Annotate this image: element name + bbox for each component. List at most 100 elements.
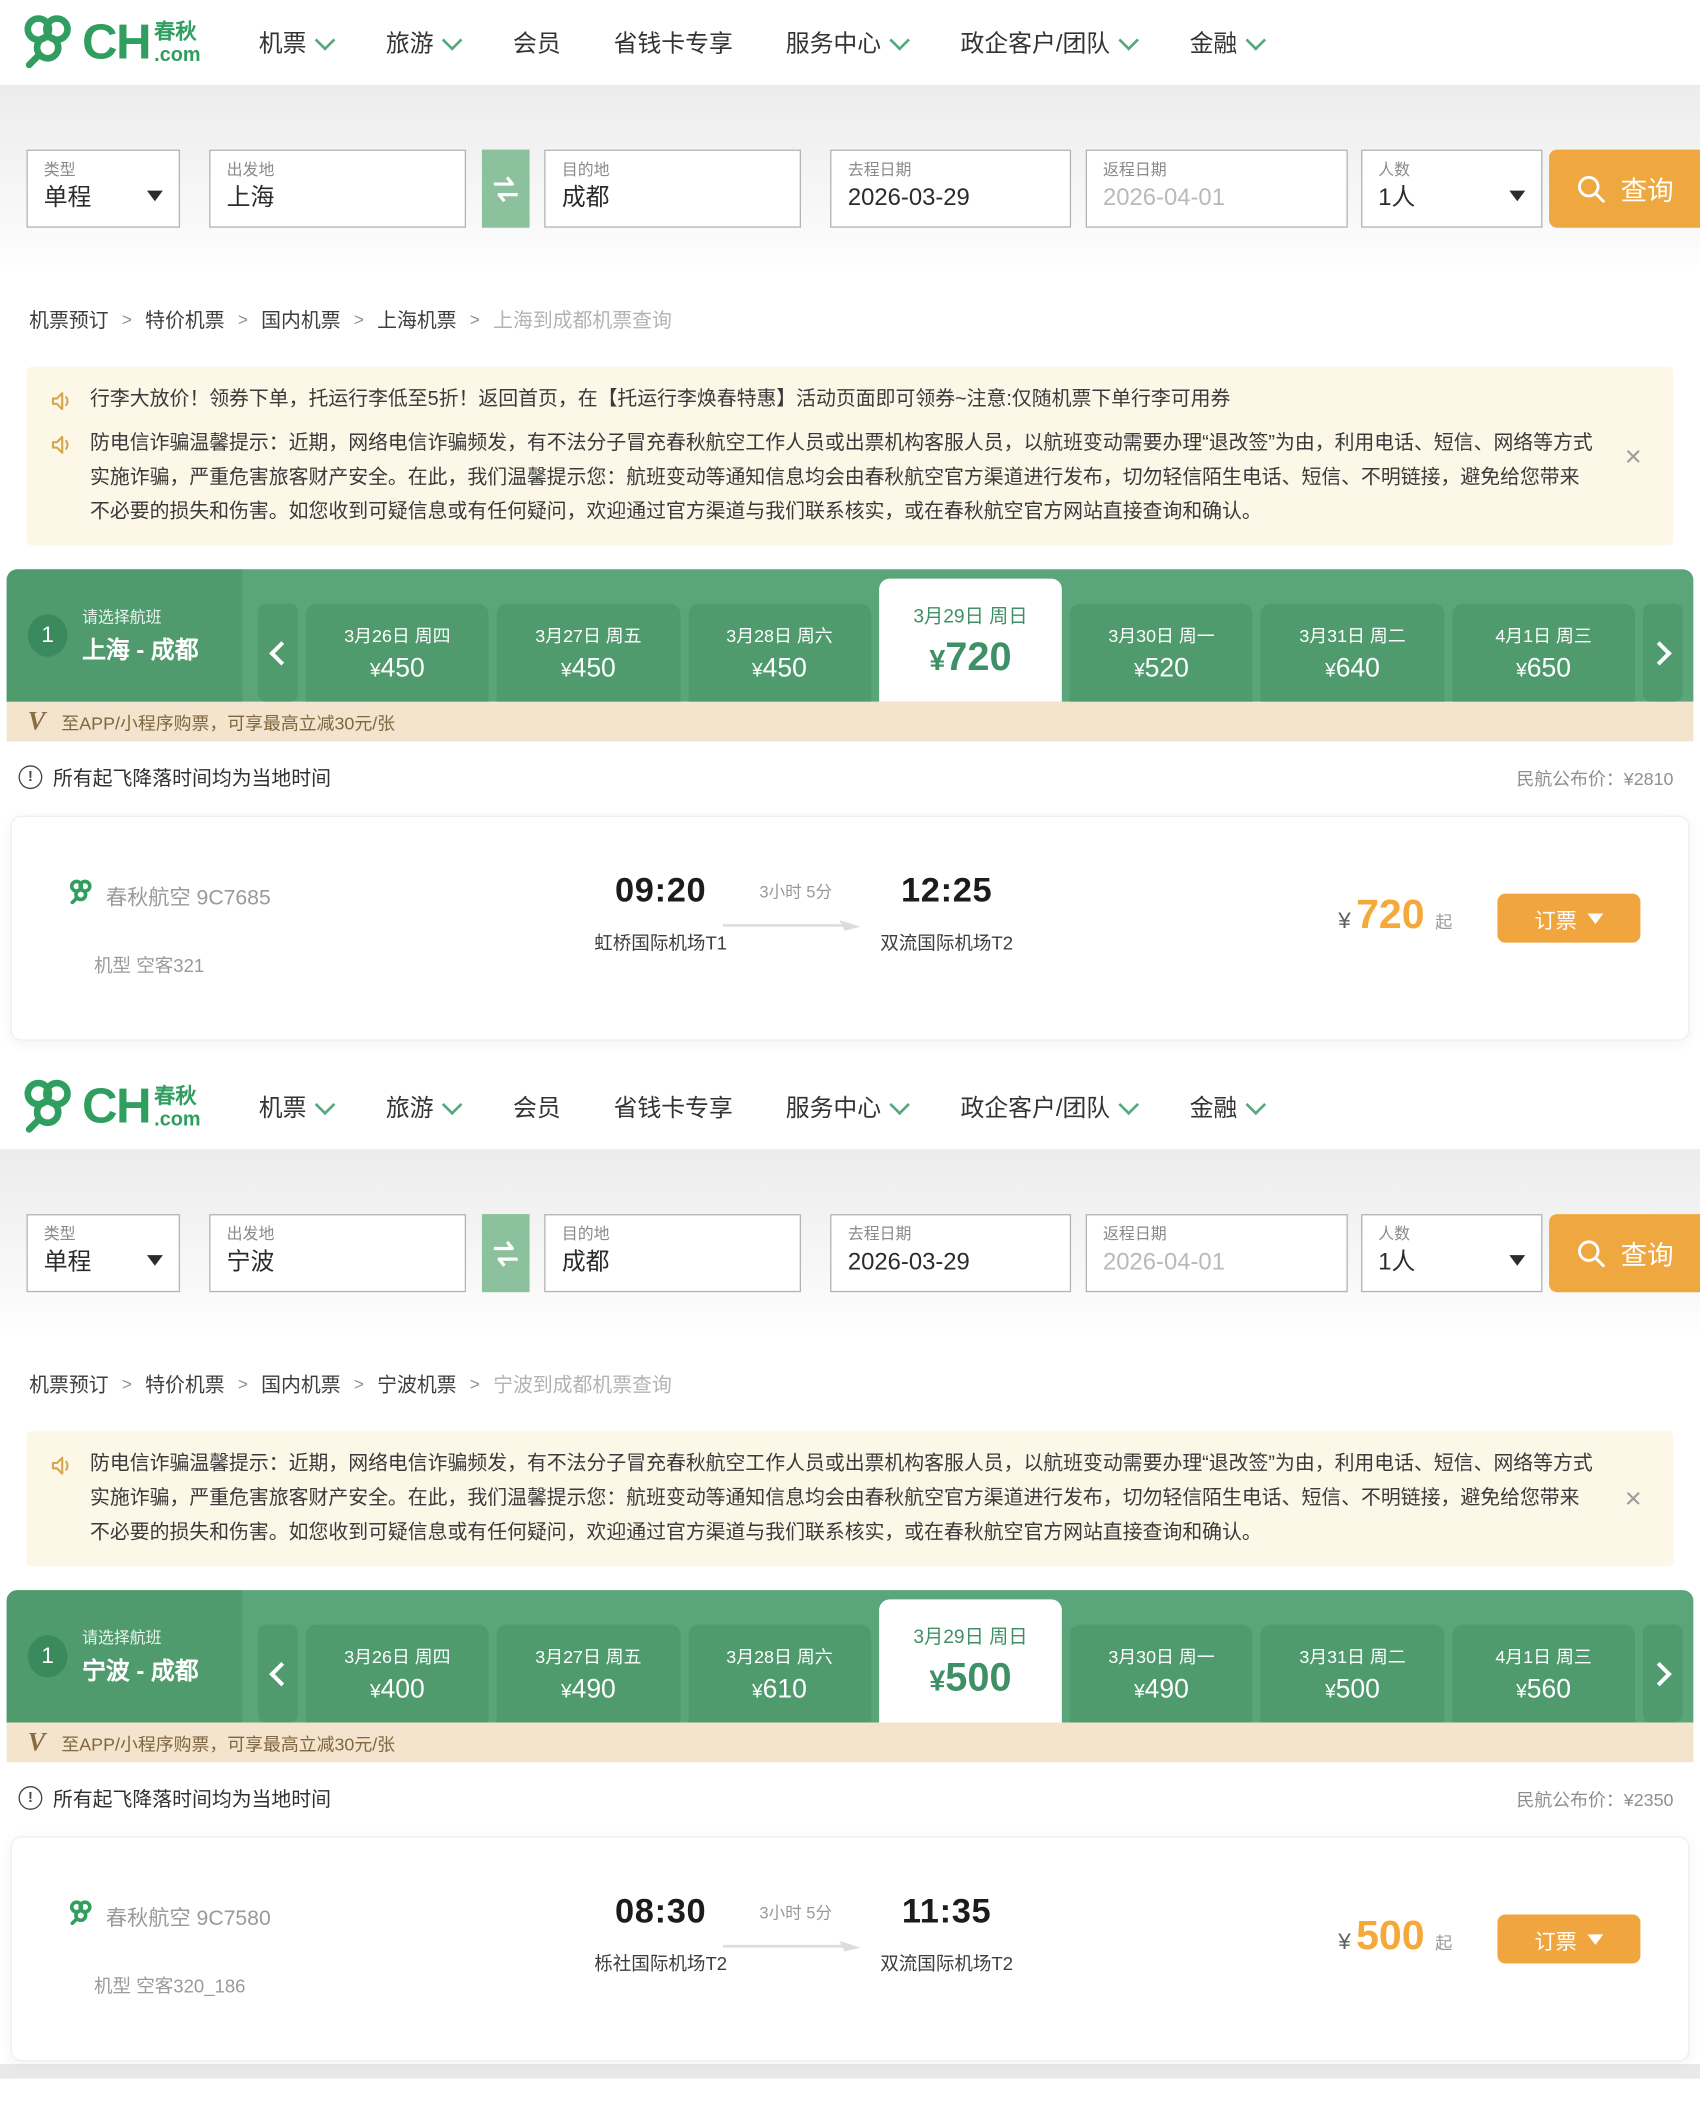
dates-next-button[interactable] (1643, 604, 1683, 702)
breadcrumb-item[interactable]: 特价机票 (145, 305, 224, 333)
date-tab[interactable]: 3月28日 周六 ¥450 (688, 604, 871, 702)
date-tab[interactable]: 3月28日 周六 ¥610 (688, 1625, 871, 1723)
nav-item-member[interactable]: 会员 (513, 1090, 561, 1124)
search-icon (1576, 1237, 1608, 1269)
swap-icon (492, 1237, 521, 1269)
close-icon[interactable]: × (1625, 1484, 1642, 1513)
date-tab[interactable]: 3月26日 周四 ¥450 (306, 604, 489, 702)
close-icon[interactable]: × (1625, 442, 1642, 471)
passenger-count-select[interactable]: 人数 1人 (1361, 150, 1543, 228)
chevron-down-icon (1246, 1094, 1267, 1115)
site-header: CH 春秋 .com 机票 旅游 会员 省钱卡专享 服务中心 政企客户/团队 金… (0, 0, 1700, 85)
breadcrumb-item[interactable]: 宁波机票 (377, 1370, 456, 1398)
date-tab[interactable]: 3月30日 周一 ¥520 (1070, 604, 1253, 702)
nav-item-service-center[interactable]: 服务中心 (786, 25, 908, 59)
date-tabs: 3月26日 周四 ¥400 3月27日 周五 ¥490 3月28日 周六 ¥61… (242, 1599, 1693, 1722)
step-badge: 1 (28, 1635, 68, 1677)
arrival-time: 11:35 (834, 1891, 1059, 1932)
origin-input[interactable]: 出发地 上海 (209, 150, 466, 228)
caret-down-icon (1587, 1934, 1603, 1945)
search-zone: 类型 单程 出发地 宁波 目的地 成都 (0, 1149, 1700, 1329)
nav-item-travel[interactable]: 旅游 (386, 25, 460, 59)
date-tab[interactable]: 3月27日 周五 ¥490 (497, 1625, 680, 1723)
breadcrumb-item[interactable]: 机票预订 (29, 305, 108, 333)
nav-item-flights[interactable]: 机票 (259, 1090, 333, 1124)
nav-item-member[interactable]: 会员 (513, 25, 561, 59)
origin-input[interactable]: 出发地 宁波 (209, 1214, 466, 1292)
swap-icon (492, 173, 521, 205)
nav-item-service-center[interactable]: 服务中心 (786, 1090, 908, 1124)
logo-text-top: 春秋 (154, 23, 200, 44)
nav-item-corporate[interactable]: 政企客户/团队 (961, 25, 1137, 59)
date-tab[interactable]: 3月26日 周四 ¥400 (306, 1625, 489, 1723)
depart-date-input[interactable]: 去程日期 2026-03-29 (831, 1214, 1072, 1292)
search-button[interactable]: 查询 (1549, 1214, 1700, 1292)
breadcrumb: 机票预订 > 特价机票 > 国内机票 > 上海机票 > 上海到成都机票查询 (29, 307, 1700, 331)
search-zone: 类型 单程 出发地 上海 目的地 成都 (0, 85, 1700, 265)
dates-prev-button[interactable] (258, 1625, 298, 1723)
flight-row: 春秋航空 9C7580 机型 空客320_186 08:30 栎社国际机场T2 … (11, 1836, 1690, 2061)
date-strip: 1 请选择航班 宁波 - 成都 3月26日 周四 ¥400 3月27日 周五 ¥… (7, 1590, 1694, 1722)
strip-prompt: 请选择航班 (82, 605, 199, 628)
trip-type-select[interactable]: 类型 单程 (26, 150, 180, 228)
aircraft-type: 机型 空客321 (94, 952, 204, 978)
date-tab[interactable]: 4月1日 周三 ¥560 (1452, 1625, 1635, 1723)
book-button[interactable]: 订票 (1497, 894, 1640, 943)
breadcrumb-item[interactable]: 国内机票 (261, 1370, 340, 1398)
nav-item-savings-card[interactable]: 省钱卡专享 (614, 1090, 733, 1124)
strip-route-block: 1 请选择航班 宁波 - 成都 (7, 1590, 243, 1722)
book-button[interactable]: 订票 (1497, 1914, 1640, 1963)
chevron-left-icon (269, 1661, 293, 1685)
depart-date-input[interactable]: 去程日期 2026-03-29 (831, 150, 1072, 228)
swap-cities-button[interactable] (482, 150, 530, 228)
app-promo-banner: V 至APP/小程序购票，可享最高立减30元/张 (7, 702, 1694, 742)
search-button[interactable]: 查询 (1549, 150, 1700, 228)
return-date-input[interactable]: 返程日期 2026-04-01 (1086, 1214, 1348, 1292)
date-tab-selected[interactable]: 3月29日 周日 ¥500 (879, 1599, 1062, 1722)
date-tabs: 3月26日 周四 ¥450 3月27日 周五 ¥450 3月28日 周六 ¥45… (242, 579, 1693, 702)
price-group: ¥ 500 起 (1338, 1912, 1452, 1960)
date-tab[interactable]: 3月30日 周一 ¥490 (1070, 1625, 1253, 1723)
date-tab[interactable]: 3月31日 周二 ¥500 (1261, 1625, 1444, 1723)
swap-cities-button[interactable] (482, 1214, 530, 1292)
caret-down-icon (1587, 913, 1603, 924)
destination-input[interactable]: 目的地 成都 (545, 1214, 802, 1292)
passenger-count-select[interactable]: 人数 1人 (1361, 1214, 1543, 1292)
main-nav: 机票 旅游 会员 省钱卡专享 服务中心 政企客户/团队 金融 (259, 25, 1264, 59)
return-date-input[interactable]: 返程日期 2026-04-01 (1086, 150, 1348, 228)
notice-baggage-promo: 行李大放价！领券下单，托运行李低至5折！返回首页，在【托运行李焕春特惠】活动页面… (50, 383, 1594, 424)
breadcrumb-item[interactable]: 国内机票 (261, 305, 340, 333)
spring-knot-icon (19, 10, 77, 75)
nav-item-finance[interactable]: 金融 (1190, 25, 1264, 59)
voucher-v-icon: V (28, 1729, 46, 1755)
caac-published-price: 民航公布价：¥2350 (1517, 1785, 1674, 1811)
dates-next-button[interactable] (1643, 1625, 1683, 1723)
breadcrumb-item[interactable]: 机票预订 (29, 1370, 108, 1398)
breadcrumb-item[interactable]: 特价机票 (145, 1370, 224, 1398)
nav-item-flights[interactable]: 机票 (259, 25, 333, 59)
date-tab[interactable]: 3月27日 周五 ¥450 (497, 604, 680, 702)
date-tab[interactable]: 4月1日 周三 ¥650 (1452, 604, 1635, 702)
airline-flight-number: 春秋航空 9C7580 (106, 1899, 271, 1931)
chevron-down-icon (1246, 29, 1267, 50)
nav-item-finance[interactable]: 金融 (1190, 1090, 1264, 1124)
nav-item-savings-card[interactable]: 省钱卡专享 (614, 25, 733, 59)
nav-item-travel[interactable]: 旅游 (386, 1090, 460, 1124)
breadcrumb-item[interactable]: 上海机票 (377, 305, 456, 333)
breadcrumb: 机票预订 > 特价机票 > 国内机票 > 宁波机票 > 宁波到成都机票查询 (29, 1372, 1700, 1396)
trip-type-select[interactable]: 类型 单程 (26, 1214, 180, 1292)
destination-input[interactable]: 目的地 成都 (545, 150, 802, 228)
info-row: ! 所有起飞降落时间均为当地时间 民航公布价：¥2350 (19, 1783, 1674, 1812)
nav-item-corporate[interactable]: 政企客户/团队 (961, 1090, 1137, 1124)
date-tab-selected[interactable]: 3月29日 周日 ¥720 (879, 579, 1062, 702)
spring-airlines-logo[interactable]: CH 春秋 .com (19, 10, 201, 75)
chevron-down-icon (315, 29, 336, 50)
breadcrumb-current: 宁波到成都机票查询 (493, 1370, 672, 1398)
breadcrumb-current: 上海到成都机票查询 (493, 305, 672, 333)
spring-airlines-logo[interactable]: CH 春秋 .com (19, 1074, 201, 1139)
speaker-icon (50, 1454, 74, 1488)
date-tab[interactable]: 3月31日 周二 ¥640 (1261, 604, 1444, 702)
dates-prev-button[interactable] (258, 604, 298, 702)
chevron-down-icon (890, 29, 911, 50)
page-bottom-edge (0, 2064, 1700, 2079)
